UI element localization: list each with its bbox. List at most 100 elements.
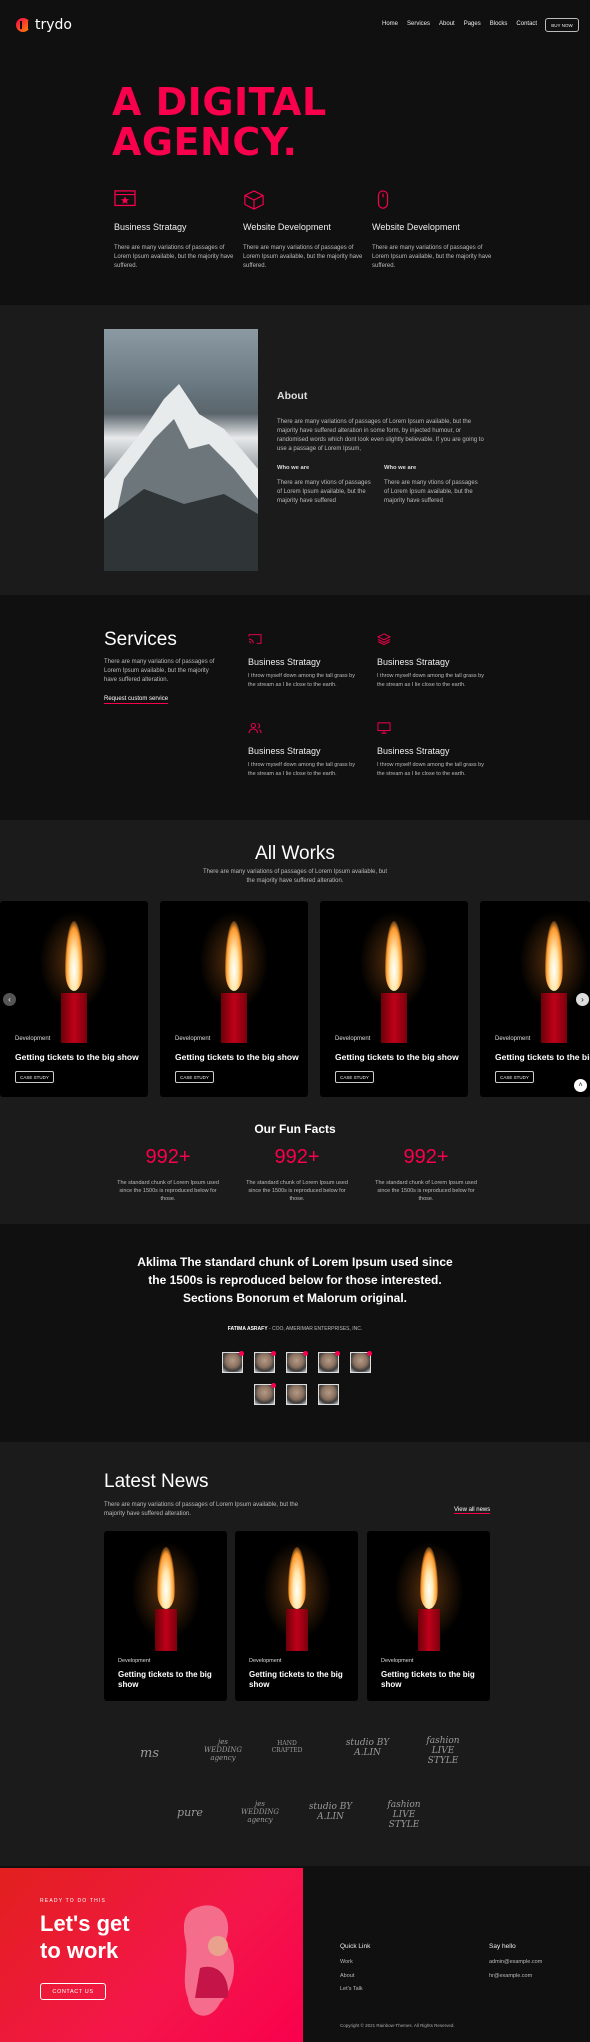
service-item: Business Stratagy I throw myself down am… bbox=[376, 633, 487, 689]
facts-title: Our Fun Facts bbox=[254, 1122, 336, 1136]
feature-title: Business Stratagy bbox=[114, 222, 187, 232]
cast-icon bbox=[248, 634, 262, 644]
news-title: Latest News bbox=[104, 1471, 209, 1492]
footer-email[interactable]: admin@example.com bbox=[489, 1959, 542, 1965]
about-col-title: Who we are bbox=[384, 465, 417, 471]
fact-number: 992+ bbox=[274, 1146, 320, 1168]
work-card[interactable]: Development Getting tickets to the big s… bbox=[320, 901, 468, 1097]
about-col: Who we are There are many vtions of pass… bbox=[277, 465, 377, 506]
news-category: Development bbox=[118, 1658, 151, 1664]
hero-title-line2: AGENCY. bbox=[112, 120, 298, 164]
about-mountain-image bbox=[104, 329, 258, 571]
brand-logo: ms bbox=[140, 1746, 159, 1761]
about-text: There are many variations of passages of… bbox=[277, 419, 484, 452]
brand-logo: jes WEDDING agency bbox=[203, 1738, 242, 1762]
footer-link-lets-talk[interactable]: Let's Talk bbox=[340, 1986, 363, 1992]
cta-panel: READY TO DO THIS Let's get to work CONTA… bbox=[0, 1868, 303, 2042]
about-col-text: There are many vtions of passages of Lor… bbox=[384, 480, 478, 504]
cta-heading: Let's get to work bbox=[40, 1910, 130, 1964]
brand-logo: studio BY A.LIN bbox=[345, 1738, 390, 1758]
news-card-title[interactable]: Getting tickets to the big show bbox=[249, 1670, 349, 1690]
news-card[interactable]: Development Getting tickets to the big s… bbox=[104, 1531, 227, 1701]
work-title[interactable]: Getting tickets to the big show bbox=[335, 1052, 459, 1062]
case-study-button[interactable]: CASE STUDY bbox=[175, 1071, 214, 1083]
work-card[interactable]: Development Getting tickets to the big s… bbox=[480, 901, 590, 1097]
buy-now-button[interactable]: BUY NOW bbox=[545, 18, 579, 32]
work-card[interactable]: Development Getting tickets to the big s… bbox=[160, 901, 308, 1097]
logo[interactable]: trydo bbox=[16, 17, 72, 33]
news-card[interactable]: Development Getting tickets to the big s… bbox=[367, 1531, 490, 1701]
work-title[interactable]: Getting tickets to the big show bbox=[175, 1052, 299, 1062]
avatar[interactable] bbox=[318, 1384, 339, 1405]
news-card[interactable]: Development Getting tickets to the big s… bbox=[235, 1531, 358, 1701]
footer-link-work[interactable]: Work bbox=[340, 1959, 353, 1965]
case-study-button[interactable]: CASE STUDY bbox=[495, 1071, 534, 1083]
case-study-button[interactable]: CASE STUDY bbox=[15, 1071, 54, 1083]
cta-heading-line2: to work bbox=[40, 1938, 119, 1963]
cube-icon bbox=[244, 190, 264, 210]
hero-feature: Website Development There are many varia… bbox=[372, 190, 492, 271]
work-category: Development bbox=[495, 1036, 531, 1042]
nav-pages[interactable]: Pages bbox=[464, 21, 481, 27]
brand-logo: fashion LIVE STYLE bbox=[387, 1800, 421, 1830]
footer-email[interactable]: hr@example.com bbox=[489, 1973, 532, 1979]
cta-heading-line1: Let's get bbox=[40, 1911, 130, 1936]
avatar[interactable] bbox=[286, 1384, 307, 1405]
contact-us-button[interactable]: CONTACT US bbox=[40, 1983, 106, 2000]
avatar-row bbox=[254, 1383, 339, 1405]
work-category: Development bbox=[175, 1036, 211, 1042]
news-category: Development bbox=[381, 1658, 414, 1664]
nav-contact[interactable]: Contact bbox=[516, 21, 537, 27]
nav-home[interactable]: Home bbox=[382, 21, 398, 27]
scroll-top-icon[interactable]: ˄ bbox=[574, 1079, 587, 1092]
service-item: Business Stratagy I throw myself down am… bbox=[377, 722, 487, 778]
avatar[interactable] bbox=[254, 1351, 276, 1373]
avatar[interactable] bbox=[318, 1351, 340, 1373]
avatar[interactable] bbox=[350, 1351, 372, 1373]
monitor-icon bbox=[377, 722, 391, 734]
fact-number: 992+ bbox=[403, 1146, 449, 1168]
services-section bbox=[0, 595, 590, 820]
service-item: Business Stratagy I throw myself down am… bbox=[248, 633, 358, 689]
news-card-title[interactable]: Getting tickets to the big show bbox=[118, 1670, 218, 1690]
case-study-button[interactable]: CASE STUDY bbox=[335, 1071, 374, 1083]
nav-blocks[interactable]: Blocks bbox=[490, 21, 508, 27]
services-title: Services bbox=[104, 629, 177, 650]
service-item: Business Stratagy I throw myself down am… bbox=[248, 722, 358, 778]
work-category: Development bbox=[15, 1036, 51, 1042]
footer-link-about[interactable]: About bbox=[340, 1973, 354, 1979]
layers-icon bbox=[376, 633, 392, 646]
work-category: Development bbox=[335, 1036, 371, 1042]
brand-logo: studio BY A.LIN bbox=[308, 1802, 353, 1822]
brand-logo: HAND CRAFTED bbox=[271, 1740, 303, 1754]
avatar[interactable] bbox=[286, 1351, 308, 1373]
main-nav: Home Services About Pages Blocks Contact bbox=[382, 21, 537, 27]
candle bbox=[154, 1609, 177, 1651]
news-card-title[interactable]: Getting tickets to the big show bbox=[381, 1670, 481, 1690]
work-card[interactable]: Development Getting tickets to the big s… bbox=[0, 901, 148, 1097]
request-service-link[interactable]: Request custom service bbox=[104, 696, 169, 704]
work-title[interactable]: Getting tickets to the big s bbox=[495, 1052, 590, 1062]
nav-about[interactable]: About bbox=[439, 21, 455, 27]
candle bbox=[417, 1609, 440, 1651]
feature-title: Website Development bbox=[372, 222, 460, 232]
hero-title-line1: A DIGITAL bbox=[112, 80, 327, 124]
mouse-icon bbox=[377, 190, 389, 209]
candle bbox=[61, 993, 87, 1043]
feature-text: There are many variations of passages of… bbox=[114, 245, 234, 269]
hero-feature: Website Development There are many varia… bbox=[243, 190, 363, 271]
next-arrow-icon[interactable]: › bbox=[576, 993, 589, 1006]
feature-title: Website Development bbox=[243, 222, 331, 232]
prev-arrow-icon[interactable]: ‹ bbox=[3, 993, 16, 1006]
brand-logo: pure bbox=[177, 1806, 203, 1819]
about-content: About bbox=[277, 390, 307, 402]
candle-flame bbox=[419, 1547, 438, 1609]
avatar[interactable] bbox=[222, 1351, 244, 1373]
feature-text: There are many variations of passages of… bbox=[372, 245, 492, 269]
nav-services[interactable]: Services bbox=[407, 21, 430, 27]
feature-text: There are many variations of passages of… bbox=[243, 245, 363, 269]
about-col: Who we are There are many vtions of pass… bbox=[384, 465, 484, 506]
view-all-news-link[interactable]: View all news bbox=[454, 1507, 491, 1514]
avatar[interactable] bbox=[254, 1383, 276, 1405]
work-title[interactable]: Getting tickets to the big show bbox=[15, 1052, 139, 1062]
